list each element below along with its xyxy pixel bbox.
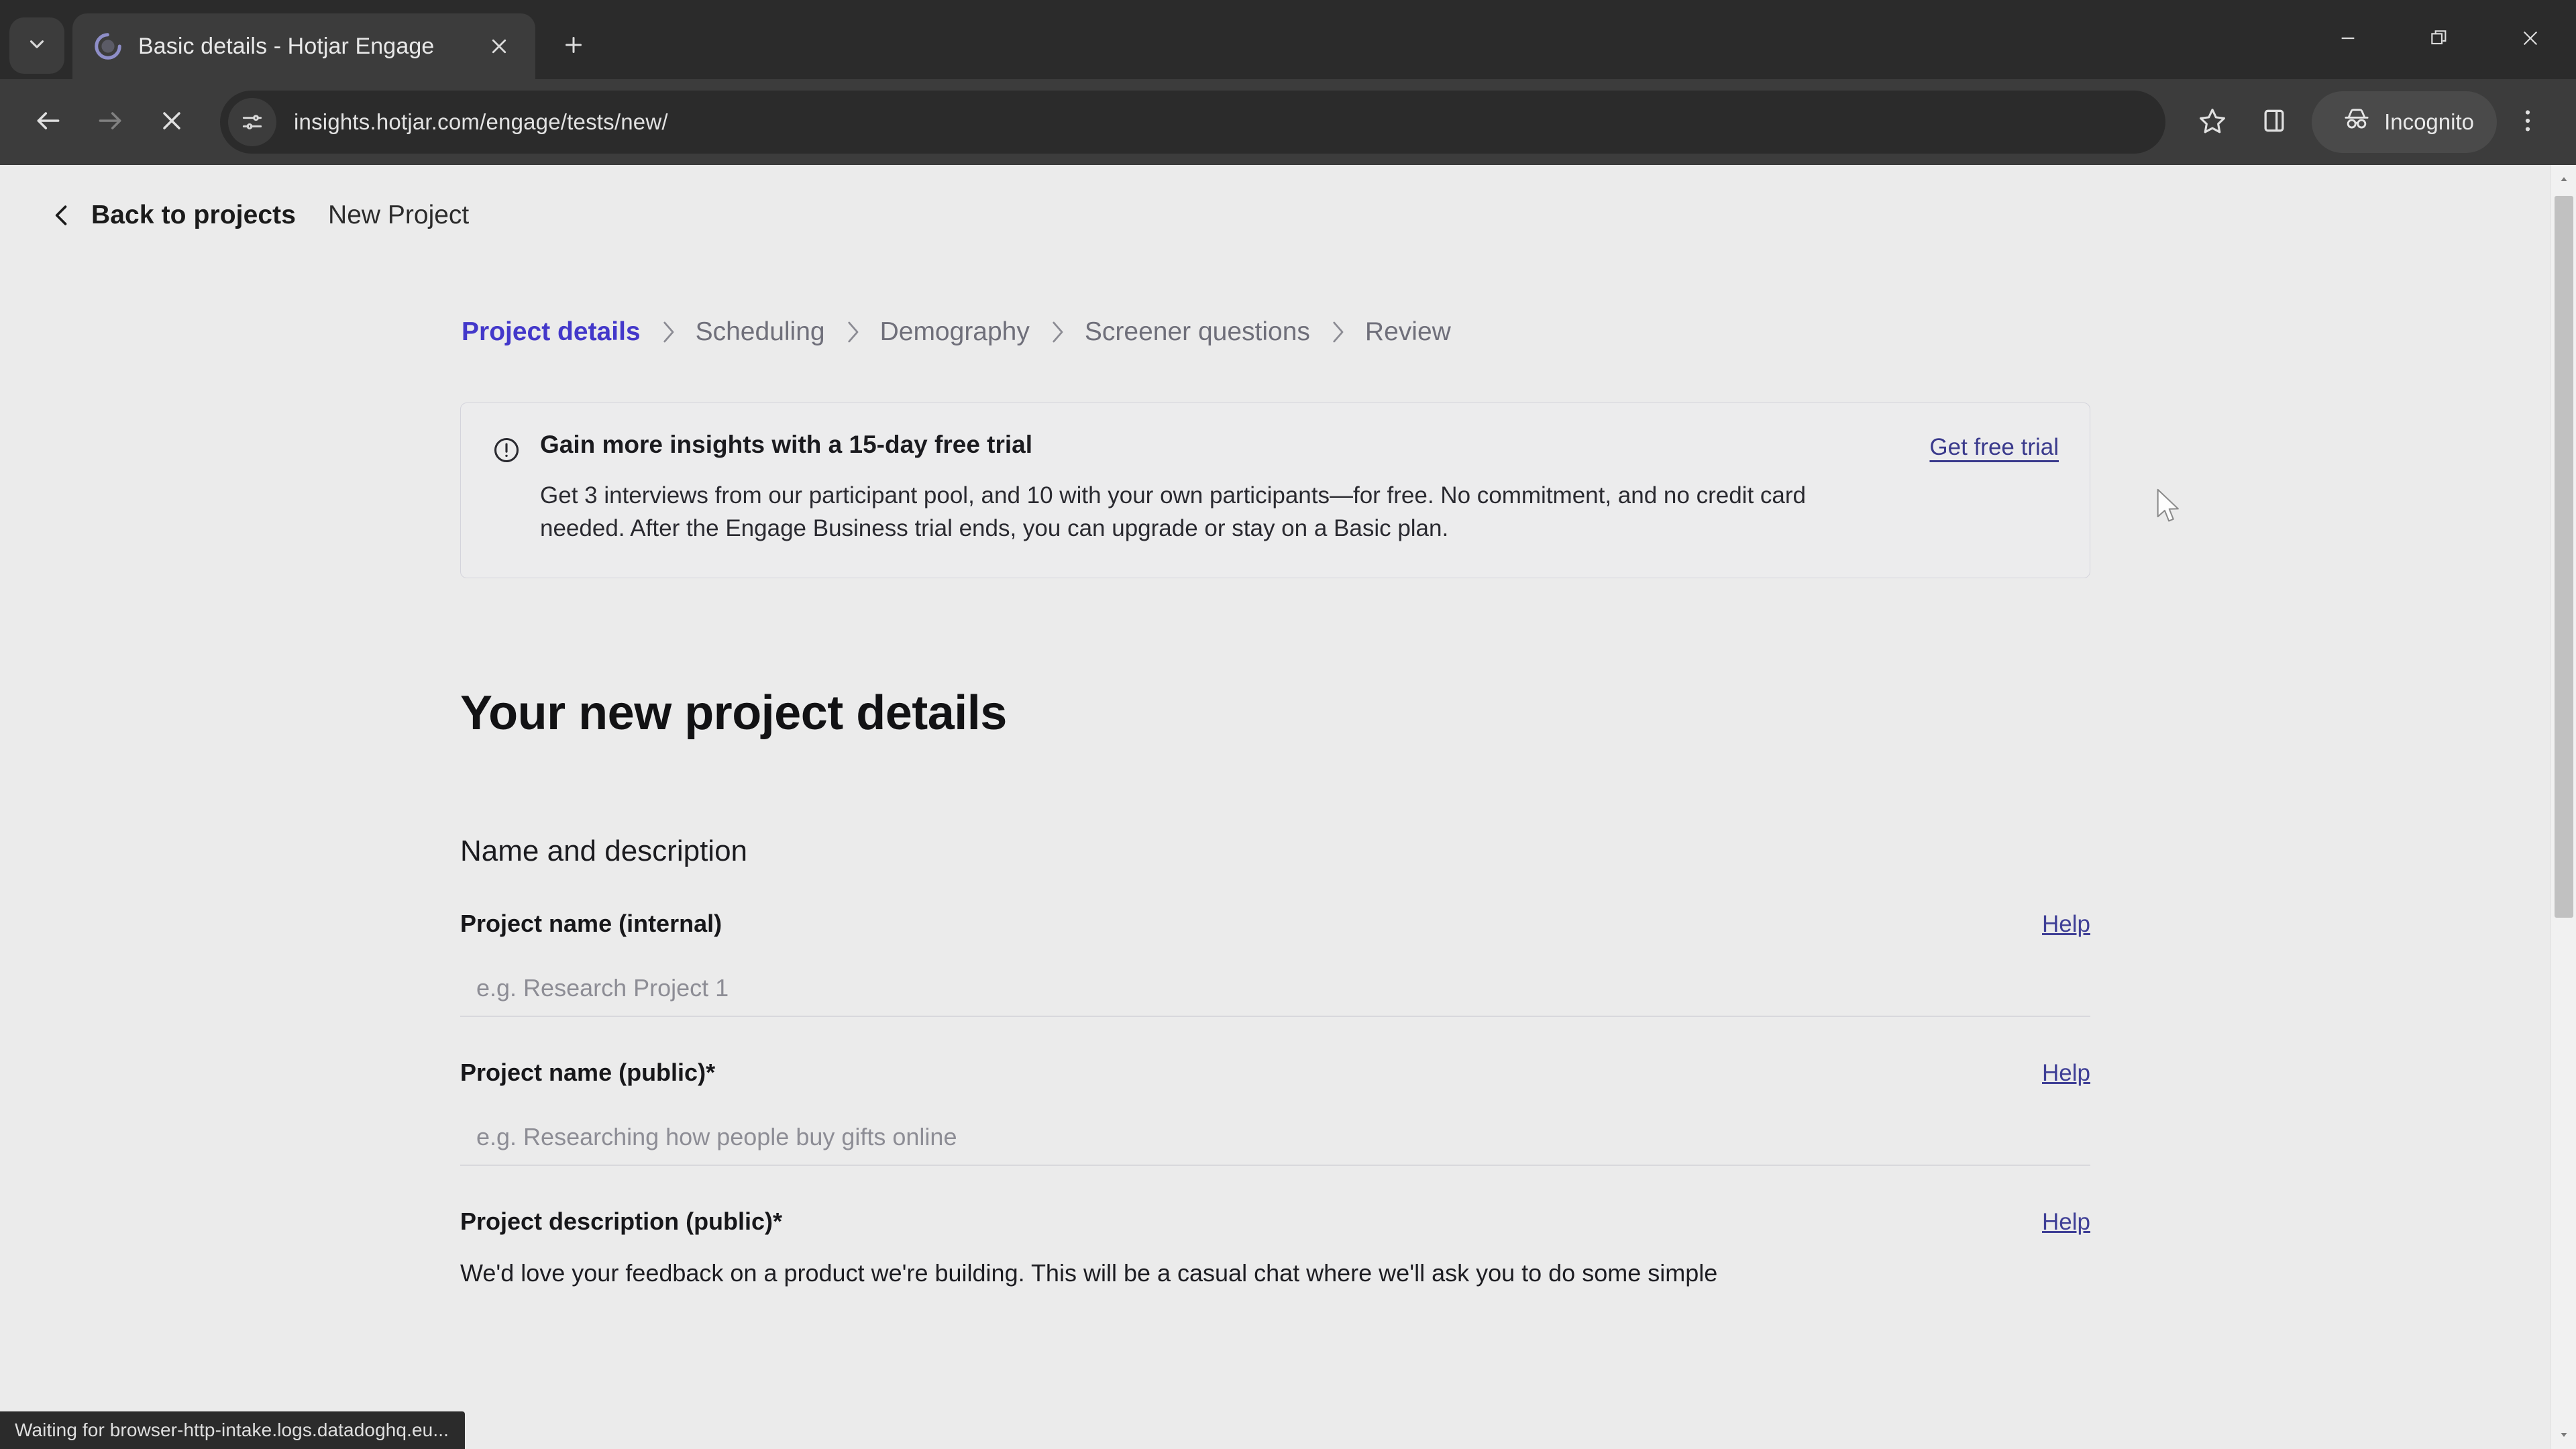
help-link[interactable]: Help (2042, 1209, 2090, 1236)
field-header: Project name (public)* Help (460, 1059, 2090, 1087)
banner-description: Get 3 interviews from our participant po… (540, 479, 1895, 545)
close-icon (2520, 28, 2541, 52)
scrollbar-thumb[interactable] (2555, 196, 2573, 918)
step-screener-questions[interactable]: Screener questions (1085, 317, 1310, 347)
plus-icon (561, 33, 586, 60)
maximize-button[interactable] (2394, 0, 2485, 79)
step-scheduling[interactable]: Scheduling (696, 317, 825, 347)
field-project-name-internal: Project name (internal) Help e.g. Resear… (460, 910, 2090, 1017)
close-window-button[interactable] (2485, 0, 2576, 79)
help-link[interactable]: Help (2042, 911, 2090, 938)
page-content: Back to projects New Project Project det… (0, 165, 2551, 1449)
step-review[interactable]: Review (1365, 317, 1451, 347)
chevron-right-icon (1049, 318, 1066, 346)
field-label: Project name (internal) (460, 910, 722, 938)
free-trial-banner: Gain more insights with a 15-day free tr… (460, 402, 2090, 578)
restore-icon (2428, 28, 2450, 52)
stop-loading-icon (157, 106, 186, 139)
tab-search-button[interactable] (9, 17, 64, 74)
project-name-public-input[interactable]: e.g. Researching how people buy gifts on… (460, 1110, 2090, 1166)
arrow-left-icon (34, 106, 63, 139)
field-label: Project name (public)* (460, 1059, 715, 1087)
help-link[interactable]: Help (2042, 1060, 2090, 1087)
main-content-column: Project details Scheduling Demography Sc… (460, 239, 2090, 1291)
tab-title: Basic details - Hotjar Engage (138, 34, 480, 60)
page-breadcrumb-project: New Project (328, 201, 469, 230)
scroll-up-arrow[interactable] (2551, 166, 2576, 192)
step-project-details[interactable]: Project details (462, 317, 641, 347)
field-label: Project description (public)* (460, 1208, 782, 1236)
wizard-stepper: Project details Scheduling Demography Sc… (460, 309, 2090, 356)
page-viewport: Back to projects New Project Project det… (0, 165, 2576, 1449)
field-project-name-public: Project name (public)* Help e.g. Researc… (460, 1059, 2090, 1166)
incognito-indicator[interactable]: Incognito (2312, 91, 2497, 153)
browser-status-bubble: Waiting for browser-http-intake.logs.dat… (0, 1411, 465, 1449)
bookmark-button[interactable] (2182, 91, 2243, 153)
chevron-down-icon (25, 33, 48, 59)
field-header: Project name (internal) Help (460, 910, 2090, 938)
vertical-scrollbar[interactable] (2551, 165, 2576, 1449)
section-title-name-and-description: Name and description (460, 835, 2090, 868)
chevron-right-icon (844, 318, 861, 346)
incognito-icon (2341, 104, 2372, 140)
chevron-left-icon[interactable] (47, 201, 76, 230)
browser-tab[interactable]: Basic details - Hotjar Engage (72, 13, 535, 79)
site-settings-icon[interactable] (228, 98, 276, 146)
forward-button[interactable] (79, 91, 141, 153)
banner-title: Gain more insights with a 15-day free tr… (540, 431, 1916, 459)
page-header: Back to projects New Project (0, 165, 2551, 239)
window-controls (2302, 0, 2576, 79)
input-placeholder: e.g. Research Project 1 (476, 974, 729, 1002)
banner-body: Gain more insights with a 15-day free tr… (540, 431, 1929, 545)
back-to-projects-link[interactable]: Back to projects (91, 201, 296, 230)
chevron-right-icon (659, 318, 677, 346)
page-title: Your new project details (460, 686, 2090, 741)
browser-window: Basic details - Hotjar Engage (0, 0, 2576, 1449)
field-project-description-public: Project description (public)* Help We'd … (460, 1208, 2090, 1291)
stop-loading-button[interactable] (141, 91, 203, 153)
loading-spinner-icon (93, 31, 123, 62)
address-bar[interactable]: insights.hotjar.com/engage/tests/new/ (220, 91, 2165, 154)
star-icon (2198, 106, 2227, 139)
scroll-down-arrow[interactable] (2551, 1422, 2576, 1448)
browser-menu-button[interactable] (2497, 91, 2559, 153)
incognito-label: Incognito (2384, 109, 2474, 135)
project-name-internal-input[interactable]: e.g. Research Project 1 (460, 961, 2090, 1017)
side-panel-icon (2259, 106, 2289, 139)
arrow-right-icon (95, 106, 125, 139)
three-dot-menu-icon (2513, 106, 2542, 139)
step-demography[interactable]: Demography (880, 317, 1030, 347)
input-placeholder: e.g. Researching how people buy gifts on… (476, 1123, 957, 1151)
tab-close-button[interactable] (480, 28, 518, 65)
info-circle-icon (492, 435, 521, 465)
side-panel-button[interactable] (2243, 91, 2305, 153)
address-bar-url: insights.hotjar.com/engage/tests/new/ (294, 109, 668, 135)
minimize-icon (2337, 28, 2359, 52)
browser-toolbar: insights.hotjar.com/engage/tests/new/ (0, 79, 2576, 165)
field-header: Project description (public)* Help (460, 1208, 2090, 1236)
project-description-public-textarea[interactable]: We'd love your feedback on a product we'… (460, 1256, 2090, 1291)
back-button[interactable] (17, 91, 79, 153)
tab-strip: Basic details - Hotjar Engage (0, 0, 2576, 79)
chevron-right-icon (1329, 318, 1346, 346)
get-free-trial-link[interactable]: Get free trial (1929, 434, 2059, 461)
minimize-button[interactable] (2302, 0, 2394, 79)
new-tab-button[interactable] (550, 23, 597, 70)
